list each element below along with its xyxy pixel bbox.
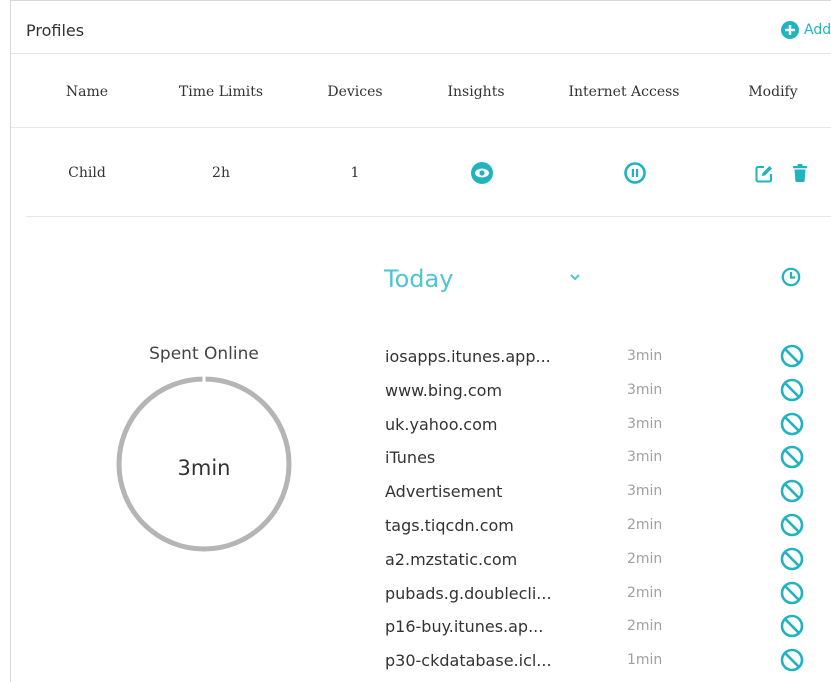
site-name: uk.yahoo.com (385, 414, 498, 434)
add-profile-label: Add (804, 22, 831, 38)
site-time: 2min (627, 550, 663, 567)
list-item: pubads.g.doublecli... 2min (385, 578, 815, 612)
block-icon[interactable] (780, 378, 804, 402)
block-icon[interactable] (780, 479, 804, 503)
column-header-name: Name (65, 84, 109, 100)
pause-icon[interactable] (624, 162, 646, 184)
add-profile-button[interactable]: Add (781, 21, 831, 39)
site-name: p16-buy.itunes.ap... (385, 617, 544, 637)
edit-icon[interactable] (755, 165, 773, 183)
block-icon[interactable] (780, 445, 804, 469)
spent-online-label: Spent Online (149, 344, 259, 364)
list-item: www.bing.com 3min (385, 375, 815, 409)
list-item: p16-buy.itunes.ap... 2min (385, 611, 815, 645)
table-header: Name Time Limits Devices Insights Intern… (11, 53, 831, 128)
site-time: 2min (627, 584, 663, 601)
site-name: iTunes (385, 448, 436, 468)
block-icon[interactable] (780, 412, 804, 436)
site-name: iosapps.itunes.app... (385, 347, 551, 366)
site-name: www.bing.com (385, 380, 503, 400)
site-name: Advertisement (385, 482, 503, 502)
trash-icon[interactable] (792, 164, 808, 182)
block-icon[interactable] (780, 581, 804, 605)
profile-name: Child (68, 165, 106, 181)
spent-online-value: 3min (177, 456, 231, 480)
site-list: iosapps.itunes.app... 3min www.bing.com 3mi… (385, 341, 815, 679)
eye-icon[interactable] (471, 162, 493, 184)
site-time: 3min (627, 449, 663, 466)
site-name: tags.tiqcdn.com (385, 515, 514, 535)
profile-devices: 1 (350, 165, 360, 181)
clock-icon[interactable] (781, 267, 801, 287)
column-header-modify: Modify (748, 84, 798, 100)
block-icon[interactable] (780, 614, 804, 638)
list-item: iTunes 3min (385, 442, 815, 476)
profiles-title: Profiles (26, 21, 85, 40)
block-icon[interactable] (780, 344, 804, 368)
list-item: iosapps.itunes.app... 3min (385, 341, 815, 375)
site-name: p30-ckdatabase.icl... (385, 651, 552, 671)
plus-circle-icon (781, 21, 799, 39)
profiles-header: Profiles Add (11, 1, 831, 54)
block-icon[interactable] (780, 648, 804, 672)
chevron-down-icon[interactable] (567, 269, 583, 285)
site-time: 3min (627, 483, 663, 500)
list-item: uk.yahoo.com 3min (385, 409, 815, 443)
site-time: 3min (627, 415, 663, 432)
list-item: Advertisement 3min (385, 476, 815, 510)
site-time: 3min (627, 381, 663, 398)
site-time: 2min (627, 516, 663, 533)
column-header-devices: Devices (327, 84, 383, 100)
block-icon[interactable] (780, 513, 804, 537)
list-item: a2.mzstatic.com 2min (385, 544, 815, 578)
site-time: 2min (627, 618, 663, 635)
table-row: Child 2h 1 (26, 128, 831, 217)
site-time: 1min (627, 652, 663, 669)
site-time: 3min (627, 348, 663, 364)
block-icon[interactable] (780, 547, 804, 571)
profiles-panel: Profiles Add Name Time Limits Devices In… (10, 0, 831, 682)
site-name: a2.mzstatic.com (385, 549, 518, 569)
list-item: tags.tiqcdn.com 2min (385, 510, 815, 544)
column-header-internet-access: Internet Access (568, 84, 680, 100)
column-header-insights: Insights (447, 84, 505, 100)
list-item: p30-ckdatabase.icl... 1min (385, 645, 815, 679)
site-name: pubads.g.doublecli... (385, 583, 552, 603)
period-select[interactable]: Today (384, 265, 453, 293)
column-header-time-limits: Time Limits (178, 84, 264, 100)
profile-time-limit: 2h (212, 165, 230, 181)
